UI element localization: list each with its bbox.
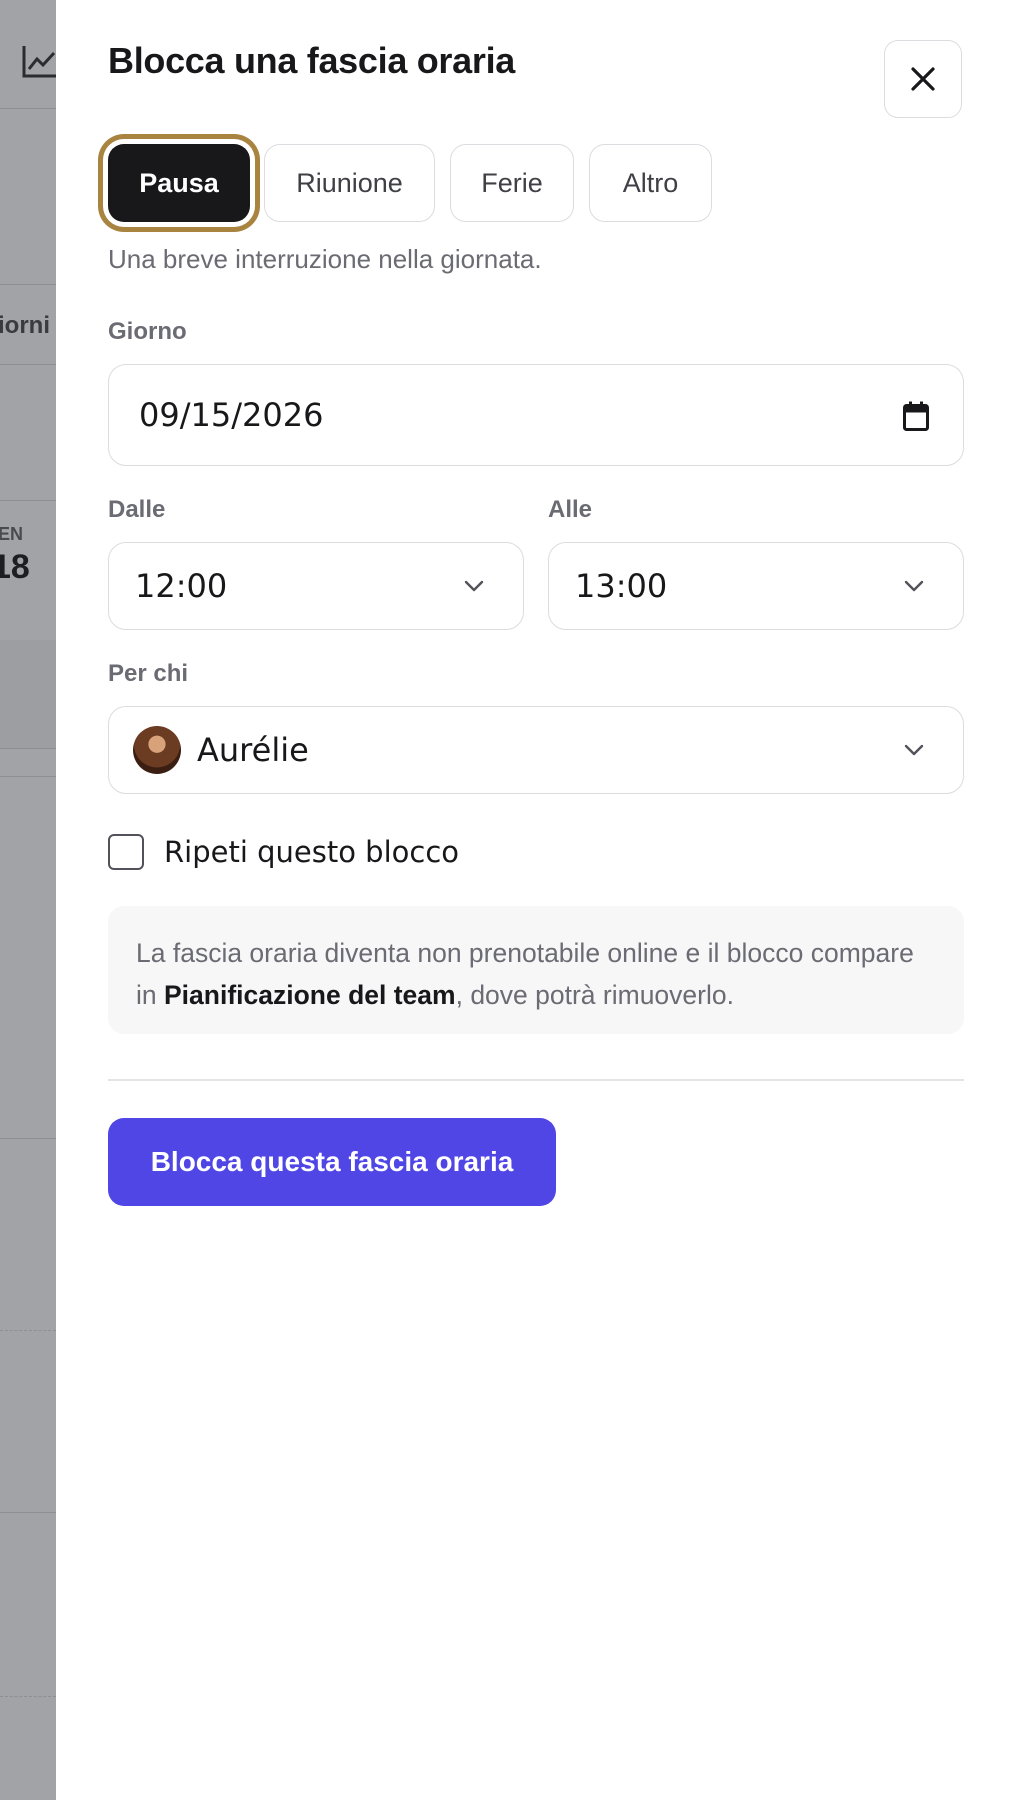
info-text-after: , dove potrà rimuoverlo. bbox=[455, 980, 734, 1010]
tab-pausa[interactable]: Pausa bbox=[108, 144, 250, 222]
to-value: 13:00 bbox=[575, 567, 668, 605]
block-slot-panel: Blocca una fascia oraria Pausa Riunione … bbox=[56, 0, 1016, 1800]
tab-altro[interactable]: Altro bbox=[589, 144, 712, 222]
info-bold-link-text: Pianificazione del team bbox=[164, 980, 456, 1010]
chart-icon bbox=[22, 46, 56, 78]
bg-divider bbox=[0, 364, 56, 365]
bg-band bbox=[0, 640, 56, 748]
avatar bbox=[133, 726, 181, 774]
close-icon bbox=[911, 67, 935, 91]
bg-divider bbox=[0, 748, 56, 749]
to-label: Alle bbox=[548, 496, 593, 523]
close-button[interactable] bbox=[884, 40, 962, 118]
bg-divider bbox=[0, 1330, 56, 1332]
type-description: Una breve interruzione nella giornata. bbox=[108, 244, 542, 274]
block-slot-submit-button[interactable]: Blocca questa fascia oraria bbox=[108, 1118, 556, 1206]
from-label: Dalle bbox=[108, 496, 166, 523]
divider bbox=[108, 1079, 964, 1081]
bg-divider bbox=[0, 500, 56, 501]
tab-ferie[interactable]: Ferie bbox=[450, 144, 574, 222]
chevron-down-icon bbox=[904, 580, 924, 592]
info-note: La fascia oraria diventa non prenotabile… bbox=[108, 906, 964, 1034]
day-label: Giorno bbox=[108, 318, 187, 345]
from-time-select[interactable]: 12:00 bbox=[108, 542, 524, 630]
background-app: iorni EN 18 bbox=[0, 0, 56, 1800]
repeat-label[interactable]: Ripeti questo blocco bbox=[164, 834, 459, 870]
bg-day-abbrev: EN bbox=[0, 524, 24, 544]
staff-value: Aurélie bbox=[197, 731, 309, 769]
day-date-input[interactable]: 09/15/2026 bbox=[108, 364, 964, 466]
bg-divider bbox=[0, 1138, 56, 1139]
bg-divider bbox=[0, 284, 56, 285]
bg-day-number: 18 bbox=[0, 548, 30, 586]
tab-riunione[interactable]: Riunione bbox=[264, 144, 435, 222]
day-value: 09/15/2026 bbox=[139, 396, 324, 434]
dialog-title: Blocca una fascia oraria bbox=[108, 40, 515, 81]
staff-select[interactable]: Aurélie bbox=[108, 706, 964, 794]
to-time-select[interactable]: 13:00 bbox=[548, 542, 964, 630]
repeat-checkbox[interactable] bbox=[108, 834, 144, 870]
for-whom-label: Per chi bbox=[108, 660, 189, 687]
bg-label: iorni bbox=[0, 312, 50, 339]
calendar-icon[interactable] bbox=[903, 401, 929, 431]
bg-divider bbox=[0, 776, 56, 777]
bg-divider bbox=[0, 108, 56, 109]
bg-divider bbox=[0, 1696, 56, 1698]
chevron-down-icon bbox=[464, 580, 484, 592]
from-value: 12:00 bbox=[135, 567, 228, 605]
bg-divider bbox=[0, 1512, 56, 1513]
chevron-down-icon bbox=[904, 744, 924, 756]
